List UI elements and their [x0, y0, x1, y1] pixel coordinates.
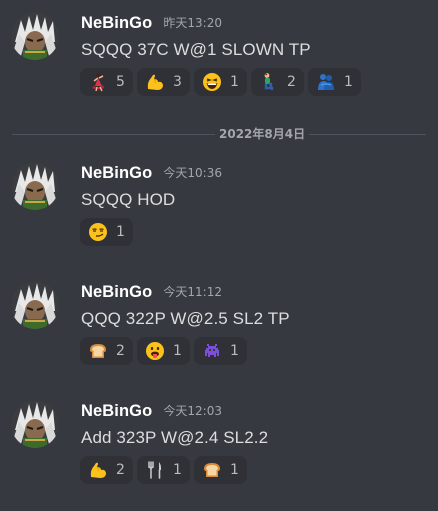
avatar-image — [11, 12, 59, 60]
avatar-image — [11, 400, 59, 448]
reaction-count: 3 — [173, 74, 182, 90]
people-hugging-icon — [316, 72, 336, 92]
reaction-people-hugging[interactable]: 1 — [308, 68, 361, 96]
reactions: 2 1 1 — [80, 456, 247, 484]
timestamp[interactable]: 今天12:03 — [163, 404, 222, 418]
reaction-count: 2 — [116, 462, 125, 478]
person-kneeling-icon — [259, 72, 279, 92]
reaction-alien-monster[interactable]: 1 — [194, 337, 247, 365]
username[interactable]: NeBinGo — [81, 283, 152, 301]
username[interactable]: NeBinGo — [81, 402, 152, 420]
reaction-grinning-squinting[interactable]: 1 — [194, 68, 247, 96]
reaction-count: 2 — [116, 343, 125, 359]
bread-icon — [88, 341, 108, 361]
reaction-count: 1 — [230, 343, 239, 359]
reaction-count: 1 — [173, 462, 182, 478]
timestamp[interactable]: 今天11:12 — [163, 285, 222, 299]
username[interactable]: NeBinGo — [81, 164, 152, 182]
grinning-squinting-icon — [202, 72, 222, 92]
reaction-count: 1 — [116, 224, 125, 240]
smirking-face-icon — [88, 222, 108, 242]
reaction-count: 1 — [230, 462, 239, 478]
reaction-flexed-biceps[interactable]: 2 — [80, 456, 133, 484]
date-divider-label: 2022年8月4日 — [215, 125, 310, 142]
reaction-tongue-face[interactable]: 1 — [137, 337, 190, 365]
message-content: SQQQ HOD — [81, 190, 176, 209]
reactions: 1 — [80, 218, 133, 246]
flexed-biceps-icon — [88, 460, 108, 480]
avatar-image — [11, 281, 59, 329]
alien-monster-icon — [202, 341, 222, 361]
reaction-count: 1 — [230, 74, 239, 90]
reactions: 2 1 1 — [80, 337, 247, 365]
avatar[interactable] — [11, 281, 59, 329]
reaction-count: 1 — [344, 74, 353, 90]
message-content: SQQQ 37C W@1 SLOWN TP — [81, 40, 311, 59]
reaction-count: 5 — [116, 74, 125, 90]
reaction-count: 2 — [287, 74, 296, 90]
avatar-image — [11, 162, 59, 210]
flexed-biceps-icon — [145, 72, 165, 92]
reaction-bread[interactable]: 2 — [80, 337, 133, 365]
message-content: QQQ 322P W@2.5 SL2 TP — [81, 309, 290, 328]
timestamp[interactable]: 昨天13:20 — [163, 16, 222, 30]
reaction-bread[interactable]: 1 — [194, 456, 247, 484]
dancer-icon — [88, 72, 108, 92]
username[interactable]: NeBinGo — [81, 14, 152, 32]
timestamp[interactable]: 今天10:36 — [163, 166, 222, 180]
reaction-dancer[interactable]: 5 — [80, 68, 133, 96]
tongue-face-icon — [145, 341, 165, 361]
message-content: Add 323P W@2.4 SL2.2 — [81, 428, 269, 447]
reaction-count: 1 — [173, 343, 182, 359]
reactions: 5 3 1 2 1 — [80, 68, 361, 96]
avatar[interactable] — [11, 12, 59, 60]
bread-icon — [202, 460, 222, 480]
avatar[interactable] — [11, 162, 59, 210]
reaction-fork-and-knife[interactable]: 1 — [137, 456, 190, 484]
avatar[interactable] — [11, 400, 59, 448]
reaction-smirking-face[interactable]: 1 — [80, 218, 133, 246]
fork-and-knife-icon — [145, 460, 165, 480]
reaction-person-kneeling[interactable]: 2 — [251, 68, 304, 96]
reaction-flexed-biceps[interactable]: 3 — [137, 68, 190, 96]
